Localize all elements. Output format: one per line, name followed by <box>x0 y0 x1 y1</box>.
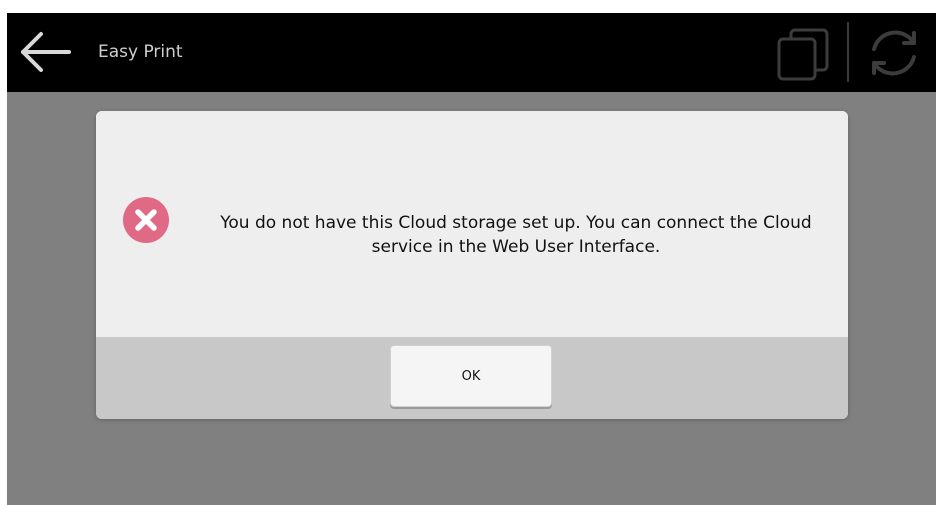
arrow-left-icon <box>21 32 71 72</box>
copies-icon <box>777 28 829 81</box>
dialog-body: You do not have this Cloud storage set u… <box>96 111 848 337</box>
error-icon <box>123 197 169 243</box>
back-button[interactable] <box>17 27 73 77</box>
refresh-icon <box>872 30 916 76</box>
error-dialog: You do not have this Cloud storage set u… <box>96 111 848 419</box>
app-title: Easy Print <box>98 42 183 62</box>
refresh-button[interactable] <box>862 21 926 85</box>
copies-button[interactable] <box>773 23 833 83</box>
ok-button[interactable]: OK <box>390 345 552 407</box>
dialog-message: You do not have this Cloud storage set u… <box>220 213 812 257</box>
header-bar: Easy Print <box>7 13 936 92</box>
device-screen: Easy Print You do not have this Cloud st… <box>7 13 936 505</box>
header-divider <box>847 22 849 82</box>
dialog-footer: OK <box>96 337 848 419</box>
